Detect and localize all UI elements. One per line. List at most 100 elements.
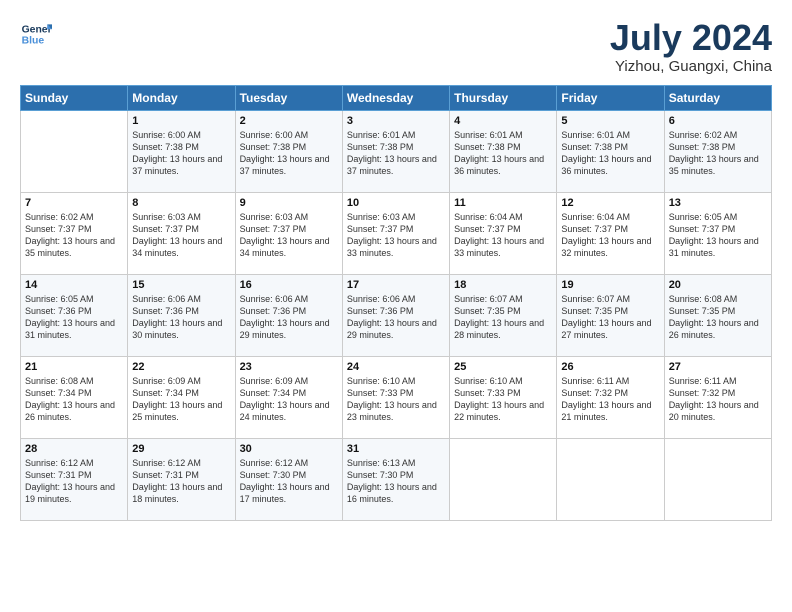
calendar-cell: 28Sunrise: 6:12 AMSunset: 7:31 PMDayligh… [21, 438, 128, 520]
calendar-cell: 21 Sunrise: 6:08 AMSunset: 7:34 PMDayligh… [21, 356, 128, 438]
day-number: 25 [454, 361, 552, 373]
cell-info: Sunrise: 6:12 AMSunset: 7:31 PMDaylight:… [25, 458, 115, 504]
calendar-cell: 24 Sunrise: 6:10 AMSunset: 7:33 PMDayligh… [342, 356, 449, 438]
calendar-cell: 10 Sunrise: 6:03 AMSunset: 7:37 PMDayligh… [342, 192, 449, 274]
calendar-cell: 2Sunrise: 6:00 AMSunset: 7:38 PMDaylight… [235, 110, 342, 192]
cell-info: Sunrise: 6:03 AMSunset: 7:37 PMDaylight:… [240, 212, 330, 258]
subtitle: Yizhou, Guangxi, China [610, 58, 772, 75]
cell-info: Sunrise: 6:04 AMSunset: 7:37 PMDaylight:… [561, 212, 651, 258]
header-sunday: Sunday [21, 85, 128, 110]
day-number: 21 [25, 361, 123, 373]
cell-info: Sunrise: 6:06 AMSunset: 7:36 PMDaylight:… [132, 294, 222, 340]
day-number: 30 [240, 443, 338, 455]
cell-info: Sunrise: 6:03 AMSunset: 7:37 PMDaylight:… [347, 212, 437, 258]
calendar-week-4: 21 Sunrise: 6:08 AMSunset: 7:34 PMDayligh… [21, 356, 772, 438]
calendar-cell: 11Sunrise: 6:04 AMSunset: 7:37 PMDayligh… [450, 192, 557, 274]
day-number: 27 [669, 361, 767, 373]
calendar-cell: 15Sunrise: 6:06 AMSunset: 7:36 PMDayligh… [128, 274, 235, 356]
header-thursday: Thursday [450, 85, 557, 110]
cell-info: Sunrise: 6:10 AMSunset: 7:33 PMDaylight:… [454, 376, 544, 422]
cell-info: Sunrise: 6:06 AMSunset: 7:36 PMDaylight:… [347, 294, 437, 340]
header-saturday: Saturday [664, 85, 771, 110]
cell-info: Sunrise: 6:07 AMSunset: 7:35 PMDaylight:… [561, 294, 651, 340]
calendar-cell: 7 Sunrise: 6:02 AMSunset: 7:37 PMDaylight… [21, 192, 128, 274]
calendar-cell: 22 Sunrise: 6:09 AMSunset: 7:34 PMDayligh… [128, 356, 235, 438]
calendar-cell: 4 Sunrise: 6:01 AMSunset: 7:38 PMDaylight… [450, 110, 557, 192]
cell-info: Sunrise: 6:09 AMSunset: 7:34 PMDaylight:… [132, 376, 222, 422]
calendar-cell: 19 Sunrise: 6:07 AMSunset: 7:35 PMDayligh… [557, 274, 664, 356]
calendar-week-1: 1 Sunrise: 6:00 AMSunset: 7:38 PMDaylight… [21, 110, 772, 192]
cell-info: Sunrise: 6:04 AMSunset: 7:37 PMDaylight:… [454, 212, 544, 258]
calendar-cell: 5 Sunrise: 6:01 AMSunset: 7:38 PMDaylight… [557, 110, 664, 192]
day-number: 6 [669, 115, 767, 127]
calendar-cell: 14 Sunrise: 6:05 AMSunset: 7:36 PMDayligh… [21, 274, 128, 356]
calendar-cell [557, 438, 664, 520]
day-number: 19 [561, 279, 659, 291]
calendar-table: Sunday Monday Tuesday Wednesday Thursday… [20, 85, 772, 521]
calendar-cell: 12Sunrise: 6:04 AMSunset: 7:37 PMDayligh… [557, 192, 664, 274]
header-monday: Monday [128, 85, 235, 110]
cell-info: Sunrise: 6:05 AMSunset: 7:37 PMDaylight:… [669, 212, 759, 258]
day-number: 26 [561, 361, 659, 373]
calendar-cell: 6Sunrise: 6:02 AMSunset: 7:38 PMDaylight… [664, 110, 771, 192]
day-number: 24 [347, 361, 445, 373]
day-number: 9 [240, 197, 338, 209]
cell-info: Sunrise: 6:03 AMSunset: 7:37 PMDaylight:… [132, 212, 222, 258]
day-number: 5 [561, 115, 659, 127]
svg-text:Blue: Blue [22, 36, 45, 47]
logo-icon: General Blue [20, 18, 52, 50]
calendar-cell [450, 438, 557, 520]
calendar-cell: 1 Sunrise: 6:00 AMSunset: 7:38 PMDaylight… [128, 110, 235, 192]
cell-info: Sunrise: 6:13 AMSunset: 7:30 PMDaylight:… [347, 458, 437, 504]
cell-info: Sunrise: 6:11 AMSunset: 7:32 PMDaylight:… [669, 376, 759, 422]
day-number: 8 [132, 197, 230, 209]
day-number: 20 [669, 279, 767, 291]
page: General Blue July 2024 Yizhou, Guangxi, … [0, 0, 792, 612]
header-tuesday: Tuesday [235, 85, 342, 110]
header-friday: Friday [557, 85, 664, 110]
day-number: 16 [240, 279, 338, 291]
calendar-cell: 25 Sunrise: 6:10 AMSunset: 7:33 PMDayligh… [450, 356, 557, 438]
cell-info: Sunrise: 6:08 AMSunset: 7:35 PMDaylight:… [669, 294, 759, 340]
cell-info: Sunrise: 6:01 AMSunset: 7:38 PMDaylight:… [561, 130, 651, 176]
main-title: July 2024 [610, 18, 772, 58]
cell-info: Sunrise: 6:05 AMSunset: 7:36 PMDaylight:… [25, 294, 115, 340]
calendar-cell: 8 Sunrise: 6:03 AMSunset: 7:37 PMDaylight… [128, 192, 235, 274]
day-number: 13 [669, 197, 767, 209]
calendar-cell: 26Sunrise: 6:11 AMSunset: 7:32 PMDayligh… [557, 356, 664, 438]
calendar-header-row: Sunday Monday Tuesday Wednesday Thursday… [21, 85, 772, 110]
calendar-cell [21, 110, 128, 192]
calendar-week-2: 7 Sunrise: 6:02 AMSunset: 7:37 PMDaylight… [21, 192, 772, 274]
calendar-week-5: 28Sunrise: 6:12 AMSunset: 7:31 PMDayligh… [21, 438, 772, 520]
calendar-cell: 16Sunrise: 6:06 AMSunset: 7:36 PMDayligh… [235, 274, 342, 356]
logo: General Blue [20, 18, 56, 50]
cell-info: Sunrise: 6:07 AMSunset: 7:35 PMDaylight:… [454, 294, 544, 340]
cell-info: Sunrise: 6:00 AMSunset: 7:38 PMDaylight:… [132, 130, 222, 176]
cell-info: Sunrise: 6:02 AMSunset: 7:37 PMDaylight:… [25, 212, 115, 258]
day-number: 23 [240, 361, 338, 373]
day-number: 4 [454, 115, 552, 127]
calendar-cell: 30 Sunrise: 6:12 AMSunset: 7:30 PMDayligh… [235, 438, 342, 520]
cell-info: Sunrise: 6:12 AMSunset: 7:30 PMDaylight:… [240, 458, 330, 504]
day-number: 22 [132, 361, 230, 373]
day-number: 7 [25, 197, 123, 209]
title-block: July 2024 Yizhou, Guangxi, China [610, 18, 772, 75]
day-number: 31 [347, 443, 445, 455]
cell-info: Sunrise: 6:10 AMSunset: 7:33 PMDaylight:… [347, 376, 437, 422]
calendar-cell: 20 Sunrise: 6:08 AMSunset: 7:35 PMDayligh… [664, 274, 771, 356]
calendar-cell: 23 Sunrise: 6:09 AMSunset: 7:34 PMDayligh… [235, 356, 342, 438]
day-number: 14 [25, 279, 123, 291]
cell-info: Sunrise: 6:01 AMSunset: 7:38 PMDaylight:… [347, 130, 437, 176]
cell-info: Sunrise: 6:09 AMSunset: 7:34 PMDaylight:… [240, 376, 330, 422]
cell-info: Sunrise: 6:01 AMSunset: 7:38 PMDaylight:… [454, 130, 544, 176]
calendar-week-3: 14 Sunrise: 6:05 AMSunset: 7:36 PMDayligh… [21, 274, 772, 356]
day-number: 1 [132, 115, 230, 127]
day-number: 17 [347, 279, 445, 291]
calendar-cell [664, 438, 771, 520]
calendar-cell: 3Sunrise: 6:01 AMSunset: 7:38 PMDaylight… [342, 110, 449, 192]
header-wednesday: Wednesday [342, 85, 449, 110]
calendar-cell: 29Sunrise: 6:12 AMSunset: 7:31 PMDayligh… [128, 438, 235, 520]
day-number: 10 [347, 197, 445, 209]
calendar-cell: 27 Sunrise: 6:11 AMSunset: 7:32 PMDayligh… [664, 356, 771, 438]
cell-info: Sunrise: 6:08 AMSunset: 7:34 PMDaylight:… [25, 376, 115, 422]
